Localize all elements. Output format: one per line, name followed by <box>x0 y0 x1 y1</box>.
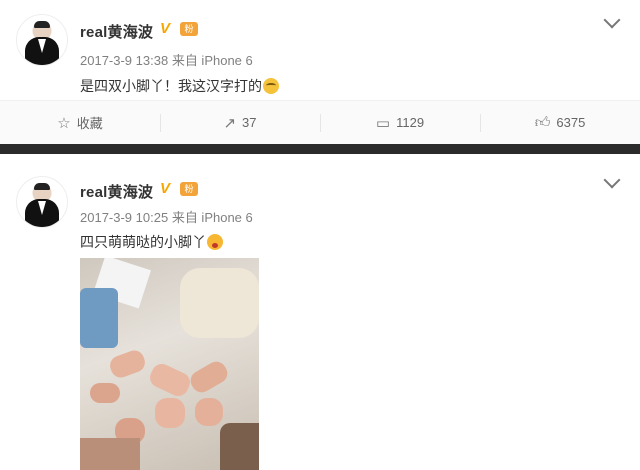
post-action-bar: ☆ 收藏 ↗ 37 ▭ 1129 👍︎ 6375 <box>0 100 640 144</box>
fan-medal-icon: 粉 <box>180 182 198 196</box>
crying-laugh-emoji-icon <box>263 78 279 94</box>
fan-medal-icon: 粉 <box>180 22 198 36</box>
verified-icon: V <box>160 180 171 197</box>
verified-icon: V <box>160 20 171 37</box>
like-button[interactable]: 👍︎ 6375 <box>480 101 640 144</box>
post-timestamp[interactable]: 2017-3-9 13:38 <box>80 53 168 68</box>
chevron-down-icon[interactable] <box>603 11 621 29</box>
comment-button[interactable]: ▭ 1129 <box>320 101 480 144</box>
repost-button[interactable]: ↗ 37 <box>160 101 320 144</box>
star-icon: ☆ <box>57 114 71 132</box>
avatar[interactable] <box>16 14 68 66</box>
repost-icon: ↗ <box>223 114 237 132</box>
post-card: real黄海波 V 粉 2017-3-9 10:25 来自 iPhone 6 四… <box>0 154 640 470</box>
post-meta: 2017-3-9 13:38 来自 iPhone 6 <box>80 50 253 69</box>
shocked-face-emoji-icon <box>207 234 223 250</box>
post-photo[interactable] <box>80 258 259 470</box>
favorite-label: 收藏 <box>76 116 103 131</box>
post-text: 四只萌萌哒的小脚丫 <box>80 232 223 252</box>
comment-count: 1129 <box>396 115 425 130</box>
post-timestamp[interactable]: 2017-3-9 10:25 <box>80 210 168 225</box>
post-text: 是四双小脚丫！我这汉字打的 <box>80 76 279 96</box>
author-name[interactable]: real黄海波 <box>80 181 153 202</box>
favorite-button[interactable]: ☆ 收藏 <box>0 101 160 144</box>
post-source: 来自 iPhone 6 <box>171 210 253 225</box>
post-card: real黄海波 V 粉 2017-3-9 13:38 来自 iPhone 6 是… <box>0 0 640 144</box>
thumbs-up-icon: 👍︎ <box>534 113 551 131</box>
post-text-content: 四只萌萌哒的小脚丫 <box>80 234 206 250</box>
chevron-down-icon[interactable] <box>603 171 621 189</box>
post-text-content: 是四双小脚丫！我这汉字打的 <box>80 78 262 94</box>
post-source: 来自 iPhone 6 <box>171 53 253 68</box>
author-name[interactable]: real黄海波 <box>80 21 153 42</box>
avatar[interactable] <box>16 176 68 228</box>
post-meta: 2017-3-9 10:25 来自 iPhone 6 <box>80 207 253 226</box>
repost-count: 37 <box>242 115 257 130</box>
like-count: 6375 <box>556 115 586 130</box>
comment-icon: ▭ <box>375 114 391 132</box>
